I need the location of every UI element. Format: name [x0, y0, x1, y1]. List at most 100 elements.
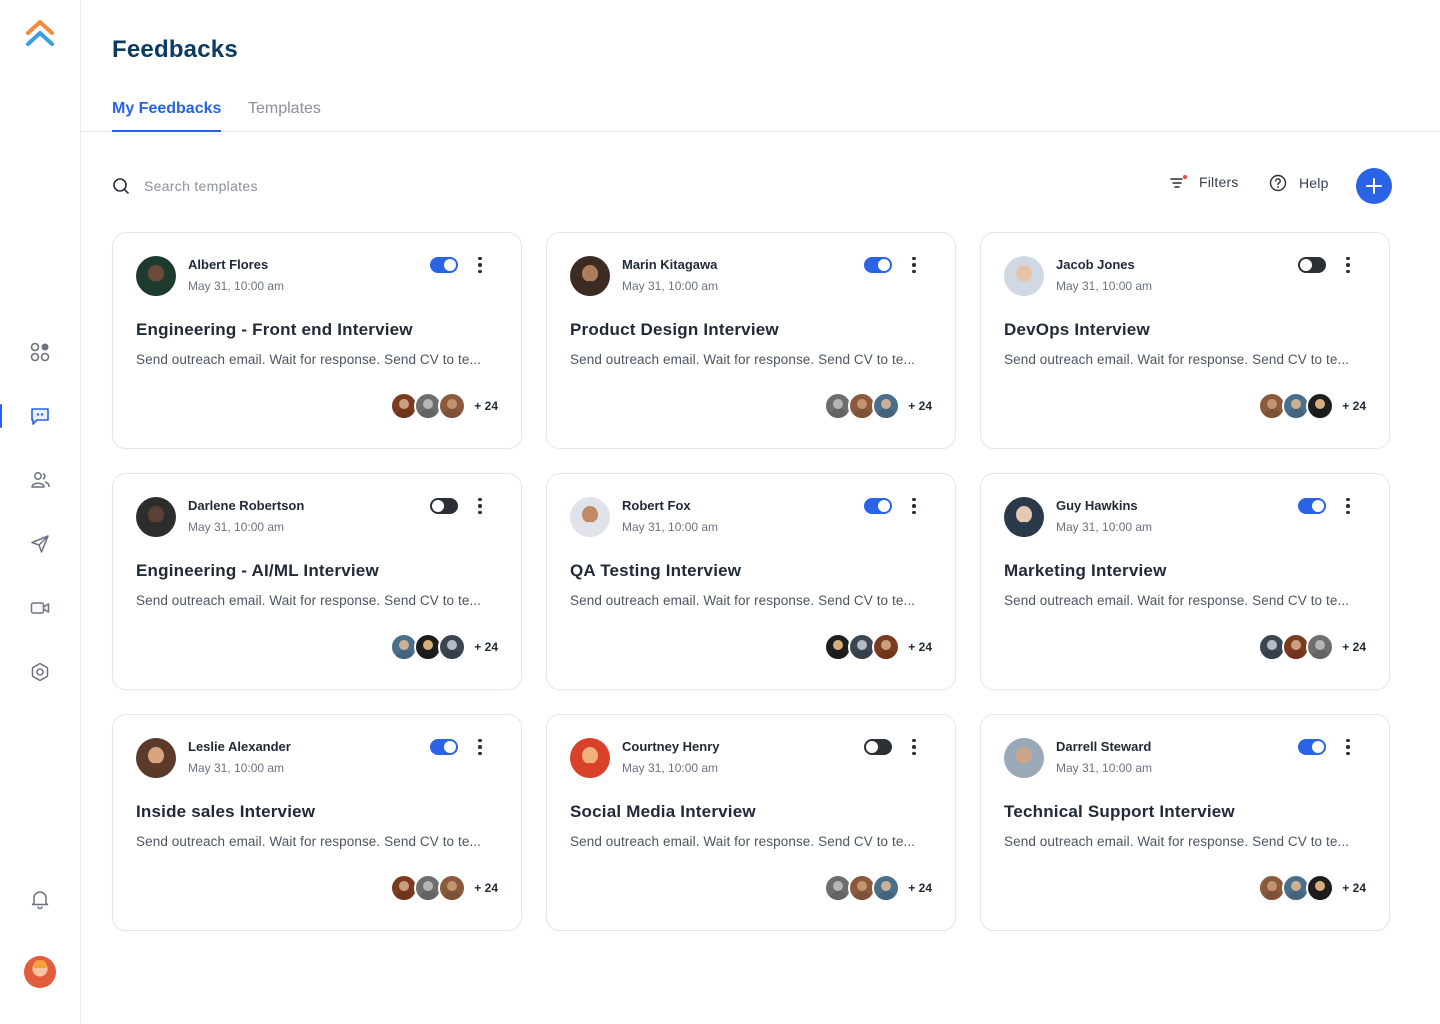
- sidebar-item-feedbacks[interactable]: [0, 396, 80, 436]
- feedback-card[interactable]: Courtney Henry May 31, 10:00 am Social M…: [546, 714, 956, 931]
- enable-toggle[interactable]: [430, 257, 458, 273]
- participant-stack[interactable]: + 24: [1258, 392, 1366, 420]
- sidebar-item-users[interactable]: [0, 460, 80, 500]
- more-options-button[interactable]: [1340, 737, 1356, 757]
- users-icon: [31, 472, 50, 488]
- owner-date: May 31, 10:00 am: [622, 761, 719, 775]
- sidebar: [0, 0, 81, 1024]
- card-title[interactable]: Social Media Interview: [570, 802, 756, 822]
- help-label: Help: [1299, 175, 1329, 191]
- participant-count: + 24: [474, 881, 498, 895]
- sidebar-item-video[interactable]: [0, 588, 80, 628]
- participant-count: + 24: [474, 399, 498, 413]
- more-options-button[interactable]: [906, 737, 922, 757]
- chat-icon: [31, 408, 49, 425]
- search-input[interactable]: [144, 178, 444, 194]
- participant-count: + 24: [908, 881, 932, 895]
- sidebar-item-dashboard[interactable]: [0, 332, 80, 372]
- card-title[interactable]: Product Design Interview: [570, 320, 779, 340]
- tab-templates[interactable]: Templates: [248, 100, 321, 132]
- kebab-icon: [912, 738, 916, 743]
- feedback-card[interactable]: Albert Flores May 31, 10:00 am Engineeri…: [112, 232, 522, 449]
- notifications-button[interactable]: [0, 879, 80, 919]
- sidebar-item-settings[interactable]: [0, 652, 80, 692]
- more-options-button[interactable]: [472, 737, 488, 757]
- participant-stack[interactable]: + 24: [824, 874, 932, 902]
- participant-count: + 24: [1342, 399, 1366, 413]
- help-button[interactable]: Help: [1269, 174, 1329, 192]
- participant-stack[interactable]: + 24: [1258, 633, 1366, 661]
- participant-count: + 24: [1342, 881, 1366, 895]
- search-bar: [112, 172, 512, 200]
- owner-name: Darlene Robertson: [188, 498, 305, 513]
- tab-my-feedbacks[interactable]: My Feedbacks: [112, 100, 222, 132]
- enable-toggle[interactable]: [430, 739, 458, 755]
- card-title[interactable]: QA Testing Interview: [570, 561, 741, 581]
- plus-icon: [1366, 178, 1382, 194]
- user-avatar[interactable]: [24, 956, 56, 988]
- more-options-button[interactable]: [1340, 496, 1356, 516]
- more-options-button[interactable]: [472, 496, 488, 516]
- feedback-card[interactable]: Leslie Alexander May 31, 10:00 am Inside…: [112, 714, 522, 931]
- card-description: Send outreach email. Wait for response. …: [1004, 834, 1350, 849]
- enable-toggle[interactable]: [864, 257, 892, 273]
- feedback-card[interactable]: Robert Fox May 31, 10:00 am QA Testing I…: [546, 473, 956, 690]
- more-options-button[interactable]: [906, 496, 922, 516]
- participant-count: + 24: [474, 640, 498, 654]
- card-description: Send outreach email. Wait for response. …: [1004, 352, 1350, 367]
- page-title: Feedbacks: [112, 36, 238, 63]
- card-title[interactable]: Engineering - AI/ML Interview: [136, 561, 379, 581]
- participant-stack[interactable]: + 24: [824, 633, 932, 661]
- search-icon: [113, 178, 129, 194]
- card-title[interactable]: Engineering - Front end Interview: [136, 320, 413, 340]
- owner-avatar: [570, 256, 610, 296]
- card-title[interactable]: Technical Support Interview: [1004, 802, 1235, 822]
- owner-name: Guy Hawkins: [1056, 498, 1138, 513]
- participant-count: + 24: [908, 399, 932, 413]
- card-title[interactable]: Marketing Interview: [1004, 561, 1167, 581]
- send-icon: [31, 535, 49, 553]
- card-title[interactable]: DevOps Interview: [1004, 320, 1150, 340]
- video-icon: [30, 602, 50, 614]
- card-title[interactable]: Inside sales Interview: [136, 802, 315, 822]
- feedback-card[interactable]: Jacob Jones May 31, 10:00 am DevOps Inte…: [980, 232, 1390, 449]
- owner-avatar: [136, 497, 176, 537]
- feedback-card[interactable]: Guy Hawkins May 31, 10:00 am Marketing I…: [980, 473, 1390, 690]
- more-options-button[interactable]: [1340, 255, 1356, 275]
- participant-stack[interactable]: + 24: [390, 633, 498, 661]
- participant-stack[interactable]: + 24: [390, 874, 498, 902]
- owner-avatar: [136, 256, 176, 296]
- add-feedback-button[interactable]: [1356, 168, 1392, 204]
- participant-stack[interactable]: + 24: [1258, 874, 1366, 902]
- feedback-card[interactable]: Marin Kitagawa May 31, 10:00 am Product …: [546, 232, 956, 449]
- owner-avatar: [1004, 256, 1044, 296]
- enable-toggle[interactable]: [864, 498, 892, 514]
- owner-date: May 31, 10:00 am: [188, 279, 285, 293]
- feedback-card[interactable]: Darlene Robertson May 31, 10:00 am Engin…: [112, 473, 522, 690]
- participant-count: + 24: [908, 640, 932, 654]
- owner-date: May 31, 10:00 am: [1056, 279, 1153, 293]
- enable-toggle[interactable]: [864, 739, 892, 755]
- owner-name: Leslie Alexander: [188, 739, 291, 754]
- owner-name: Jacob Jones: [1056, 257, 1135, 272]
- participant-stack[interactable]: + 24: [390, 392, 498, 420]
- sidebar-item-send[interactable]: [0, 524, 80, 564]
- owner-avatar: [570, 497, 610, 537]
- kebab-icon: [912, 497, 916, 502]
- enable-toggle[interactable]: [1298, 739, 1326, 755]
- kebab-icon: [478, 256, 482, 261]
- owner-avatar: [1004, 497, 1044, 537]
- participant-avatar: [1306, 633, 1335, 661]
- app-logo[interactable]: [24, 17, 56, 47]
- filters-button[interactable]: Filters: [1169, 174, 1239, 190]
- enable-toggle[interactable]: [430, 498, 458, 514]
- more-options-button[interactable]: [472, 255, 488, 275]
- card-description: Send outreach email. Wait for response. …: [570, 593, 916, 608]
- feedback-card[interactable]: Darrell Steward May 31, 10:00 am Technic…: [980, 714, 1390, 931]
- enable-toggle[interactable]: [1298, 498, 1326, 514]
- participant-stack[interactable]: + 24: [824, 392, 932, 420]
- help-icon: [1269, 174, 1287, 192]
- kebab-icon: [912, 256, 916, 261]
- enable-toggle[interactable]: [1298, 257, 1326, 273]
- more-options-button[interactable]: [906, 255, 922, 275]
